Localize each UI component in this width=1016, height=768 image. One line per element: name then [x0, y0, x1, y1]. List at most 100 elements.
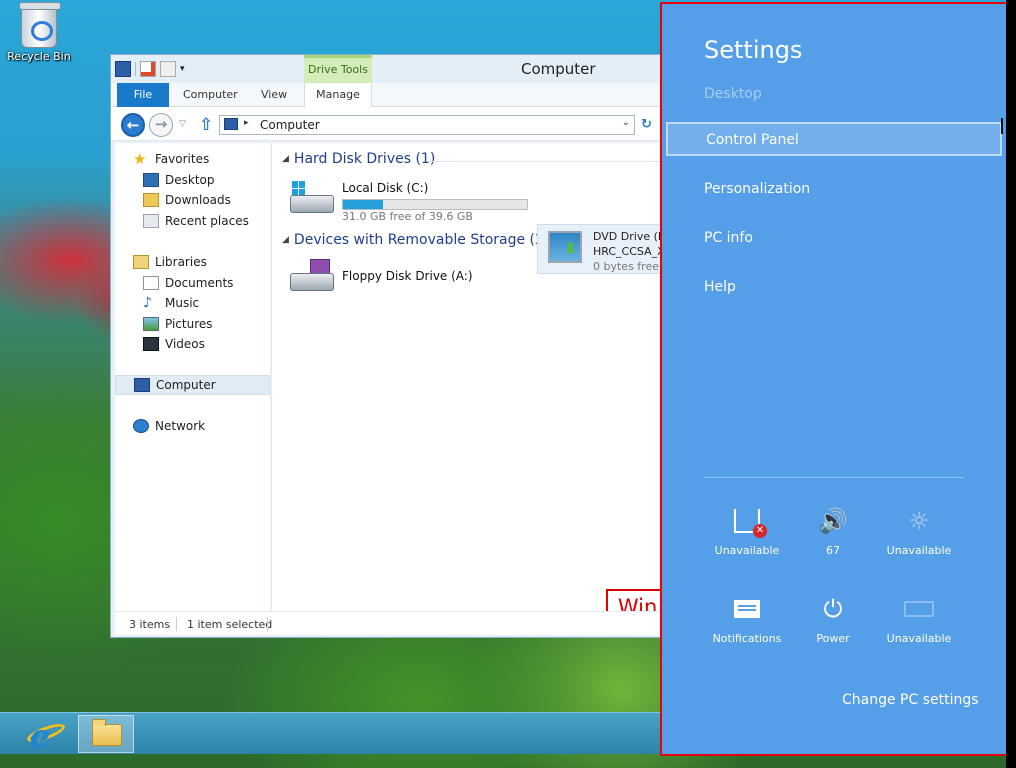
quick-setting-brightness[interactable]: ☼ Unavailable — [874, 504, 964, 557]
nav-item-documents[interactable]: Documents — [115, 273, 270, 293]
settings-title: Settings — [704, 36, 803, 64]
recycle-bin-label: Recycle Bin — [7, 50, 71, 63]
nav-item-recent-places[interactable]: Recent places — [115, 211, 270, 231]
notifications-icon — [734, 600, 760, 618]
recycle-bin-icon — [19, 2, 61, 48]
quick-setting-label: 67 — [826, 544, 840, 557]
settings-item-control-panel[interactable]: Control Panel — [666, 122, 1002, 156]
group-header-hard-disk-drives[interactable]: ◢ Hard Disk Drives (1) — [282, 151, 435, 167]
network-unavailable-icon: ✕ — [734, 509, 767, 538]
drive-floppy-a[interactable]: Floppy Disk Drive (A:) — [288, 259, 473, 297]
address-bar[interactable]: ▸ Computer ⌄ — [219, 115, 635, 135]
drive-local-disk-c[interactable]: Local Disk (C:) 31.0 GB free of 39.6 GB — [288, 181, 528, 223]
nav-item-downloads[interactable]: Downloads — [115, 190, 270, 210]
hard-drive-icon — [288, 181, 336, 219]
keyboard-icon — [904, 601, 934, 617]
settings-item-help[interactable]: Help — [666, 271, 1002, 305]
drive-free-space: 0 bytes free o — [593, 260, 664, 273]
settings-item-pc-info[interactable]: PC info — [666, 222, 1002, 256]
recent-places-icon — [143, 214, 159, 228]
drive-dvd-d[interactable]: ⬇ DVD Drive (D: HRC_CCSA_X 0 bytes free … — [537, 224, 664, 274]
quick-setting-power[interactable]: ⏻ Power — [788, 592, 878, 645]
desktop-icon — [143, 173, 159, 187]
quick-setting-label: Unavailable — [886, 632, 952, 645]
brightness-icon: ☼ — [908, 507, 930, 535]
nav-item-computer[interactable]: Computer — [115, 375, 270, 395]
settings-charm-pane: Settings Desktop Control Panel Personali… — [660, 2, 1008, 756]
file-explorer-taskbar-button[interactable] — [78, 715, 134, 753]
back-button[interactable]: ← — [121, 113, 145, 137]
taskbar: e — [0, 712, 662, 755]
nav-item-pictures[interactable]: Pictures — [115, 314, 270, 334]
collapse-chevron-icon[interactable]: ◢ — [282, 154, 289, 164]
tab-manage[interactable]: Manage — [304, 83, 372, 107]
status-item-count: 3 items — [129, 618, 171, 631]
up-arrow-icon[interactable]: ⇧ — [199, 115, 213, 135]
quick-settings-divider — [704, 477, 964, 478]
quick-setting-network[interactable]: ✕ Unavailable — [702, 504, 792, 557]
computer-icon — [134, 378, 150, 392]
nav-item-network[interactable]: Network — [115, 416, 270, 436]
navigation-bar: ← → ▽ ⇧ ▸ Computer ⌄ ↻ — [111, 107, 669, 141]
group-header-removable-storage[interactable]: ◢ Devices with Removable Storage (2) — [282, 232, 549, 248]
nav-label: Network — [155, 419, 206, 433]
folder-icon — [92, 719, 122, 746]
address-dropdown-icon[interactable]: ⌄ — [622, 117, 630, 128]
nav-item-libraries[interactable]: Libraries — [115, 252, 270, 272]
settings-item-personalization[interactable]: Personalization — [666, 173, 1002, 207]
customize-toolbar-icon[interactable]: ▾ — [180, 64, 185, 74]
settings-context-label: Desktop — [704, 86, 762, 102]
quick-setting-label: Unavailable — [886, 544, 952, 557]
recent-locations-dropdown[interactable]: ▽ — [179, 119, 186, 129]
music-icon: ♪ — [143, 295, 152, 311]
change-pc-settings-link[interactable]: Change PC settings — [842, 692, 979, 708]
screen-edge — [1006, 0, 1016, 768]
new-folder-icon[interactable] — [160, 61, 176, 77]
ribbon-tab-bar: File Computer View Manage — [111, 83, 669, 107]
nav-item-music[interactable]: ♪ Music — [115, 293, 270, 313]
nav-item-desktop[interactable]: Desktop — [115, 170, 270, 190]
drive-free-space: 31.0 GB free of 39.6 GB — [342, 210, 473, 223]
nav-label: Pictures — [165, 317, 213, 331]
downloads-folder-icon — [143, 193, 159, 207]
group-title: Devices with Removable Storage (2) — [293, 232, 550, 248]
tab-computer[interactable]: Computer — [183, 83, 238, 107]
title-bar[interactable]: ▾ Drive Tools Computer — [111, 55, 669, 83]
recycle-bin-shortcut[interactable]: Recycle Bin — [6, 2, 72, 63]
quick-setting-label: Unavailable — [714, 544, 780, 557]
nav-item-videos[interactable]: Videos — [115, 334, 270, 354]
forward-arrow-icon: → — [154, 115, 168, 133]
tab-view[interactable]: View — [261, 83, 287, 107]
quick-setting-volume[interactable]: 🔊 67 — [788, 504, 878, 557]
power-icon: ⏻ — [823, 595, 843, 623]
back-arrow-icon: ← — [126, 116, 140, 134]
nav-label: Documents — [165, 276, 234, 290]
group-title: Hard Disk Drives (1) — [293, 151, 436, 167]
nav-label: Desktop — [165, 173, 215, 187]
quick-access-toolbar: ▾ — [115, 61, 185, 77]
address-path[interactable]: Computer — [260, 118, 320, 132]
nav-label: Music — [165, 296, 200, 310]
internet-explorer-taskbar-button[interactable]: e — [18, 715, 74, 755]
forward-button[interactable]: → — [149, 113, 173, 137]
refresh-icon[interactable]: ↻ — [641, 117, 652, 132]
nav-label: Libraries — [155, 255, 207, 269]
nav-label: Downloads — [165, 193, 231, 207]
properties-icon[interactable] — [140, 61, 156, 77]
drive-name: DVD Drive (D: — [593, 230, 664, 243]
tab-file[interactable]: File — [117, 83, 169, 107]
drive-tools-context-tab: Drive Tools — [304, 55, 372, 83]
nav-label: Favorites — [155, 152, 210, 166]
quick-setting-notifications[interactable]: Notifications — [702, 592, 792, 645]
libraries-icon — [133, 255, 149, 269]
group-divider — [428, 161, 664, 162]
quick-setting-keyboard[interactable]: Unavailable — [874, 592, 964, 645]
pictures-icon — [143, 317, 159, 331]
drive-name: Local Disk (C:) — [342, 181, 429, 195]
computer-icon[interactable] — [115, 61, 131, 77]
drive-name: Floppy Disk Drive (A:) — [342, 269, 473, 283]
nav-item-favorites[interactable]: ★ Favorites — [115, 149, 270, 169]
breadcrumb-chevron-icon[interactable]: ▸ — [244, 118, 249, 128]
collapse-chevron-icon[interactable]: ◢ — [282, 235, 289, 245]
window-title: Computer — [521, 60, 596, 78]
